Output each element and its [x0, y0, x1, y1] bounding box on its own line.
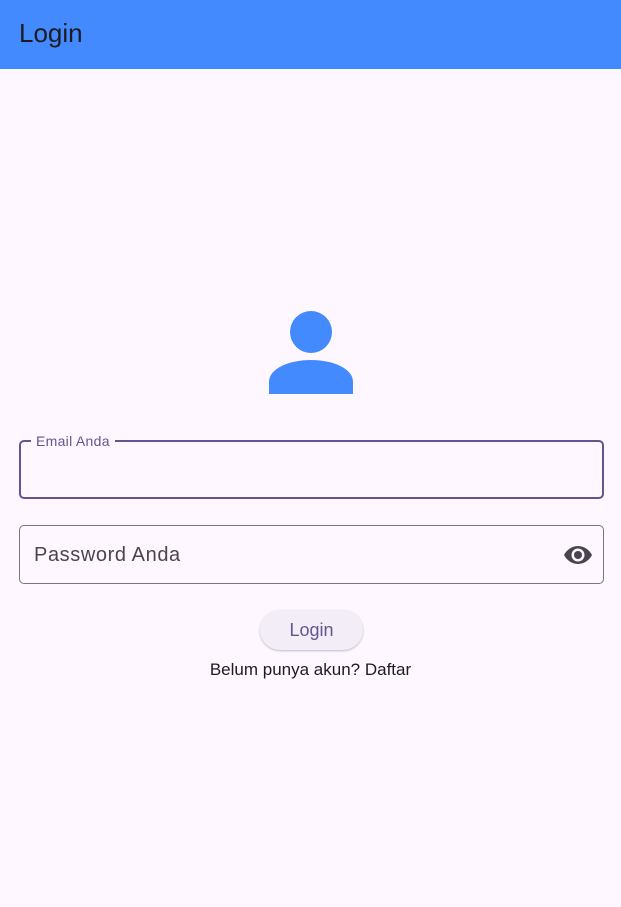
- page-title: Login: [19, 18, 83, 48]
- eye-icon[interactable]: [563, 542, 593, 568]
- app-bar: Login: [0, 0, 621, 69]
- email-field-label: Email Anda: [31, 433, 115, 449]
- email-input[interactable]: [33, 456, 590, 486]
- email-field[interactable]: Email Anda: [19, 433, 604, 499]
- password-placeholder: Password Anda: [34, 544, 181, 566]
- password-field[interactable]: Password Anda: [19, 525, 604, 584]
- person-icon: [269, 311, 353, 394]
- register-link[interactable]: Belum punya akun? Daftar: [0, 659, 621, 681]
- login-button[interactable]: Login: [260, 610, 363, 650]
